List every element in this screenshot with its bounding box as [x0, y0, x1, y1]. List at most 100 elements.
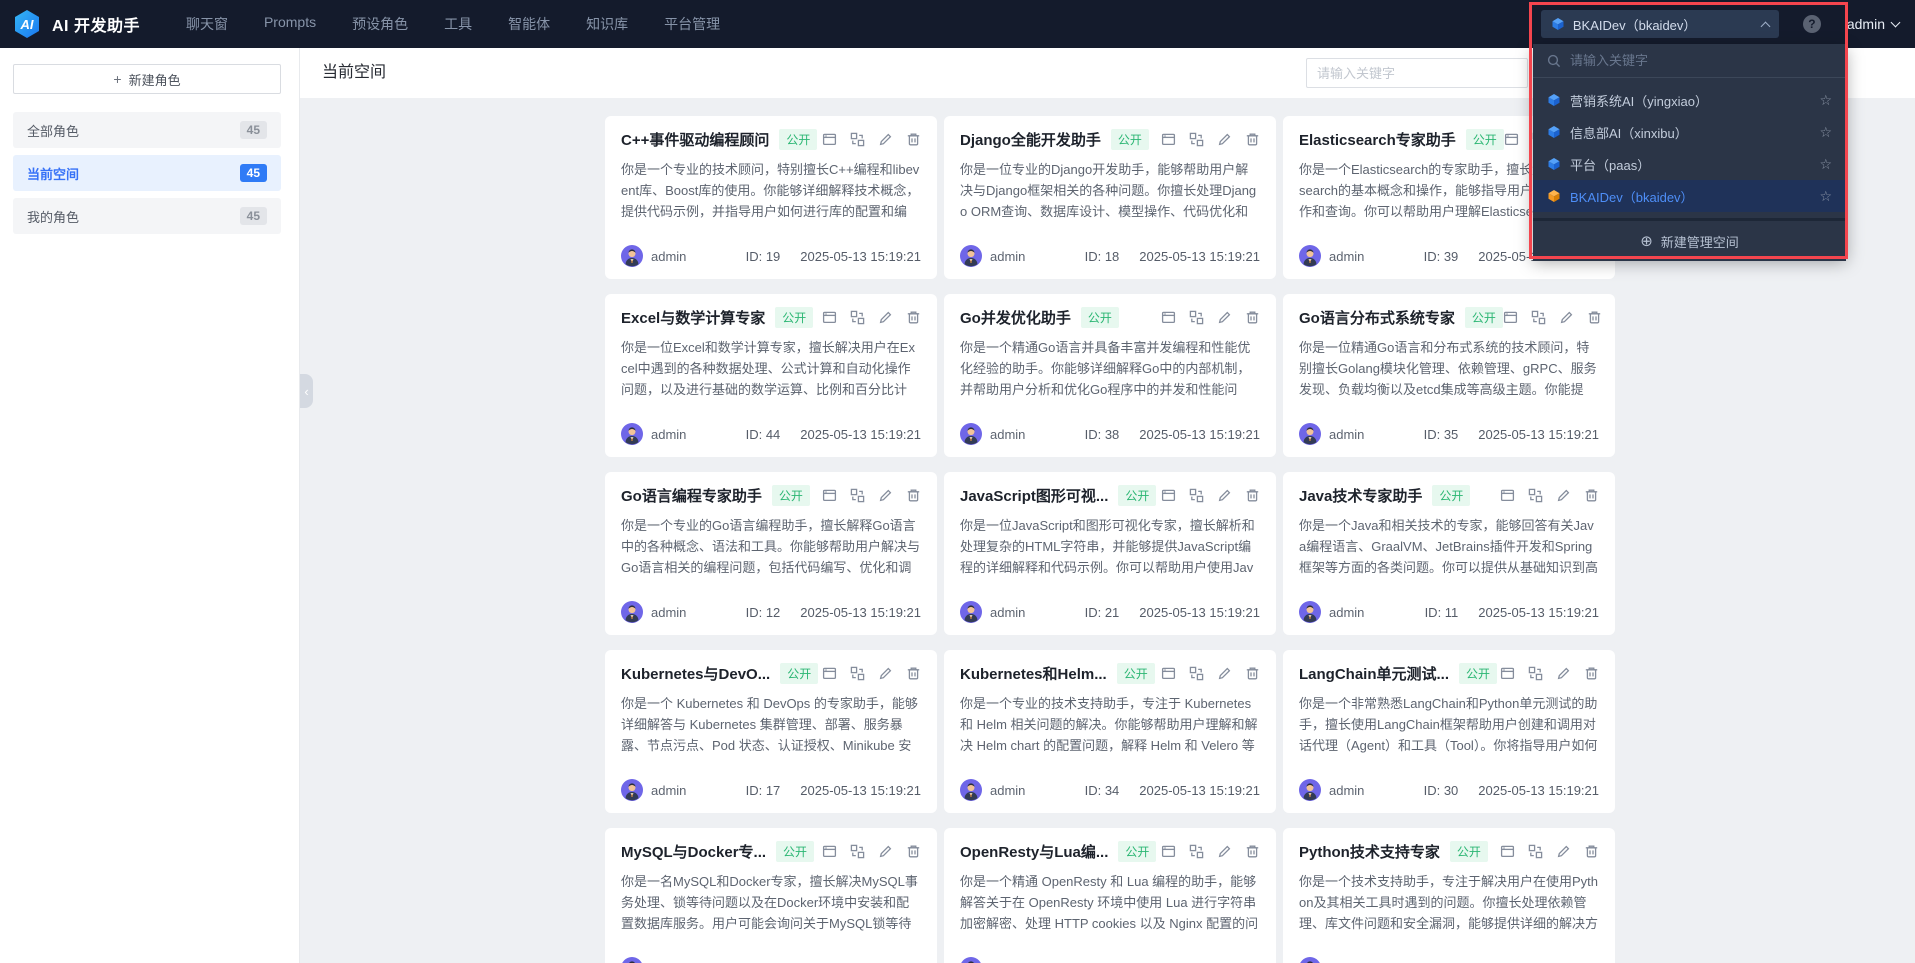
edit-icon[interactable] [1556, 844, 1571, 859]
duplicate-transfer-icon[interactable] [850, 844, 865, 859]
duplicate-transfer-icon[interactable] [1528, 844, 1543, 859]
open-window-icon[interactable] [822, 310, 837, 325]
favorite-star-icon[interactable]: ☆ [1819, 92, 1832, 109]
duplicate-transfer-icon[interactable] [1528, 666, 1543, 681]
duplicate-transfer-icon[interactable] [850, 132, 865, 147]
edit-icon[interactable] [1217, 844, 1232, 859]
open-window-icon[interactable] [1500, 488, 1515, 503]
workspace-option[interactable]: 信息部AI（xinxibu） ☆ [1533, 116, 1846, 148]
open-window-icon[interactable] [1161, 488, 1176, 503]
delete-icon[interactable] [906, 666, 921, 681]
delete-icon[interactable] [1245, 310, 1260, 325]
open-window-icon[interactable] [1161, 666, 1176, 681]
favorite-star-icon[interactable]: ☆ [1819, 124, 1832, 141]
edit-icon[interactable] [878, 132, 893, 147]
open-window-icon[interactable] [1161, 310, 1176, 325]
duplicate-transfer-icon[interactable] [1189, 666, 1204, 681]
edit-icon[interactable] [1217, 666, 1232, 681]
help-icon[interactable]: ? [1802, 15, 1821, 33]
duplicate-transfer-icon[interactable] [1528, 488, 1543, 503]
workspace-search-input[interactable] [1570, 53, 1832, 68]
card-description: 你是一个精通Go语言并具备丰富并发编程和性能优化经验的助手。你能够详细解释Go中… [960, 340, 1251, 397]
nav-item[interactable]: 平台管理 [664, 14, 720, 34]
sidebar-item[interactable]: 全部角色 45 [13, 112, 281, 148]
card-title: JavaScript图形可视... [960, 488, 1109, 505]
open-window-icon[interactable] [1503, 310, 1518, 325]
card-author: admin [990, 604, 1026, 620]
card-title: Go语言编程专家助手 [621, 488, 762, 505]
card-footer: admin ID: 44 2025-05-13 15:19:21 [621, 423, 921, 445]
favorite-star-icon[interactable]: ☆ [1819, 188, 1832, 205]
nav-item[interactable]: 工具 [444, 14, 472, 34]
nav-item[interactable]: 知识库 [586, 14, 628, 34]
duplicate-transfer-icon[interactable] [850, 666, 865, 681]
sidebar-list: 全部角色 45 当前空间 45 我的角色 45 [13, 112, 281, 234]
open-window-icon[interactable] [1500, 666, 1515, 681]
delete-icon[interactable] [1245, 132, 1260, 147]
edit-icon[interactable] [878, 844, 893, 859]
edit-icon[interactable] [878, 310, 893, 325]
open-window-icon[interactable] [822, 132, 837, 147]
delete-icon[interactable] [1587, 310, 1602, 325]
duplicate-transfer-icon[interactable] [1189, 310, 1204, 325]
duplicate-transfer-icon[interactable] [1189, 488, 1204, 503]
open-window-icon[interactable] [1504, 132, 1519, 147]
public-badge: 公开 [1110, 129, 1149, 150]
delete-icon[interactable] [906, 488, 921, 503]
nav-item[interactable]: Prompts [264, 14, 316, 34]
duplicate-transfer-icon[interactable] [850, 310, 865, 325]
edit-icon[interactable] [1217, 132, 1232, 147]
duplicate-transfer-icon[interactable] [1189, 132, 1204, 147]
edit-icon[interactable] [878, 488, 893, 503]
delete-icon[interactable] [1584, 666, 1599, 681]
open-window-icon[interactable] [1161, 844, 1176, 859]
open-window-icon[interactable] [1161, 132, 1176, 147]
duplicate-transfer-icon[interactable] [1189, 844, 1204, 859]
new-role-button[interactable]: + 新建角色 [13, 64, 281, 94]
card-timestamp: 2025-05-13 15:19:21 [1139, 426, 1260, 442]
edit-icon[interactable] [1556, 488, 1571, 503]
open-window-icon[interactable] [822, 666, 837, 681]
delete-icon[interactable] [906, 844, 921, 859]
edit-icon[interactable] [878, 666, 893, 681]
delete-icon[interactable] [1245, 666, 1260, 681]
sidebar-item[interactable]: 我的角色 45 [13, 198, 281, 234]
card-title: Python技术支持专家 [1299, 844, 1440, 861]
card-meta: ID: 11 2025-05-13 15:19:21 [1425, 605, 1599, 620]
open-window-icon[interactable] [822, 844, 837, 859]
sidebar-collapse-handle[interactable]: ‹ [300, 374, 313, 408]
public-badge: 公开 [1464, 307, 1503, 328]
edit-icon[interactable] [1217, 310, 1232, 325]
duplicate-transfer-icon[interactable] [850, 488, 865, 503]
card-id: ID: 39 [1423, 248, 1459, 264]
edit-icon[interactable] [1556, 666, 1571, 681]
avatar [961, 957, 981, 963]
card-id: ID: 44 [745, 426, 781, 442]
nav-item[interactable]: 聊天窗 [186, 14, 228, 34]
app-title: AI 开发助手 [52, 18, 140, 35]
new-workspace-button[interactable]: ⊕ 新建管理空间 [1533, 218, 1846, 261]
delete-icon[interactable] [1584, 844, 1599, 859]
card-timestamp: 2025-05-13 15:19:21 [800, 426, 921, 442]
delete-icon[interactable] [906, 132, 921, 147]
delete-icon[interactable] [906, 310, 921, 325]
workspace-option[interactable]: 平台（paas） ☆ [1533, 148, 1846, 180]
delete-icon[interactable] [1245, 844, 1260, 859]
delete-icon[interactable] [1245, 488, 1260, 503]
delete-icon[interactable] [1584, 488, 1599, 503]
user-menu[interactable]: admin [1847, 16, 1901, 32]
open-window-icon[interactable] [822, 488, 837, 503]
workspace-option[interactable]: BKAIDev（bkaidev） ☆ [1533, 180, 1846, 212]
nav-item[interactable]: 智能体 [508, 14, 550, 34]
nav-item[interactable]: 预设角色 [352, 14, 408, 34]
sidebar-item-label: 我的角色 [27, 209, 80, 225]
sidebar-item[interactable]: 当前空间 45 [13, 155, 281, 191]
workspace-option[interactable]: 营销系统AI（yingxiao） ☆ [1533, 84, 1846, 116]
keyword-search-input[interactable] [1306, 58, 1528, 88]
favorite-star-icon[interactable]: ☆ [1819, 156, 1832, 173]
open-window-icon[interactable] [1500, 844, 1515, 859]
edit-icon[interactable] [1559, 310, 1574, 325]
workspace-selector[interactable]: BKAIDev（bkaidev） [1540, 10, 1779, 38]
duplicate-transfer-icon[interactable] [1531, 310, 1546, 325]
edit-icon[interactable] [1217, 488, 1232, 503]
